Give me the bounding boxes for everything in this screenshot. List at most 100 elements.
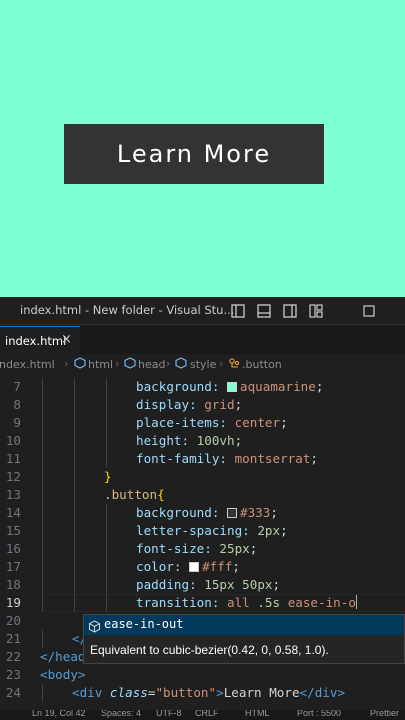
line-number: 16 [5,541,21,556]
indent-guide [74,414,75,432]
text-cursor [355,595,357,609]
status-prettier[interactable]: Prettier [370,710,399,718]
color-swatch[interactable] [227,382,237,392]
line-number: 9 [13,415,21,430]
indent-guide [106,504,107,522]
toggle-panel-icon[interactable] [257,303,271,318]
indent-guide [106,558,107,576]
indent-guide [74,594,75,612]
tab-index-html[interactable]: index.html × [0,326,80,354]
close-icon[interactable]: × [61,332,72,347]
code-text: background: #333; [136,505,278,520]
line-number: 11 [5,451,21,466]
suggestion-item[interactable]: ease-in-out [84,615,404,635]
line-number: 12 [5,469,21,484]
indent-guide [106,396,107,414]
indent-guide [106,414,107,432]
code-line: 23 <body> [0,666,405,684]
indent-guide [106,378,107,396]
status-cursor-position[interactable]: Ln 19, Col 42 [32,710,86,718]
breadcrumb-html[interactable]: html [88,358,113,371]
indent-guide [74,558,75,576]
status-indentation[interactable]: Spaces: 4 [101,710,141,718]
line-number: 19 [5,595,21,610]
indent-guide [42,378,43,396]
code-text: height: 100vh; [136,433,243,448]
code-text: <div class="button">Learn More</div> [72,685,346,700]
indent-guide [42,468,43,486]
indent-guide [74,432,75,450]
code-text: .button{ [104,487,165,502]
toggle-primary-sidebar-icon[interactable] [231,303,245,318]
color-swatch[interactable] [189,562,200,572]
code-line: 18 padding: 15px 50px; [0,576,405,594]
indent-guide [74,396,75,414]
code-text: transition: all .5s ease-in-o [136,595,357,610]
code-text: <body> [40,667,86,682]
indent-guide [42,576,43,594]
indent-guide [74,522,75,540]
line-number: 22 [5,649,21,664]
code-text: letter-spacing: 2px; [136,523,288,538]
indent-guide [74,378,75,396]
line-number: 15 [5,523,21,538]
maximize-icon[interactable] [362,303,376,317]
code-line: 13 .button{ [0,486,405,504]
code-line: 16 font-size: 25px; [0,540,405,558]
toggle-secondary-sidebar-icon[interactable] [283,303,297,318]
indent-guide [42,414,43,432]
indent-guide [42,522,43,540]
status-language[interactable]: HTML [245,710,270,718]
editor-tab-bar: index.html × [0,326,405,354]
line-number: 20 [5,613,21,628]
indent-guide [42,684,43,702]
code-line: 17 color: #fff; [0,558,405,576]
line-number: 13 [5,487,21,502]
code-text: font-family: montserrat; [136,451,318,466]
breadcrumb: index.html › html › head › style › .butt… [0,354,405,374]
indent-guide [106,450,107,468]
browser-preview: Learn More [0,0,405,297]
line-number: 24 [5,685,21,700]
line-number: 23 [5,667,21,682]
indent-guide [42,540,43,558]
code-text: color: #fff; [136,559,241,574]
indent-guide [74,576,75,594]
indent-guide [42,630,43,648]
status-live-server[interactable]: Port : 5500 [297,710,341,718]
suggestion-detail: Equivalent to cubic-bezier(0.42, 0, 0.58… [90,643,329,657]
breadcrumb-style[interactable]: style [190,358,216,371]
learn-more-button[interactable]: Learn More [64,124,324,184]
indent-guide [42,594,43,612]
chevron-right-icon: › [64,357,69,370]
color-swatch[interactable] [227,508,237,518]
breadcrumb-file[interactable]: index.html [0,358,55,371]
chevron-right-icon: › [166,357,171,370]
indent-guide [106,522,107,540]
tab-label: index.html [5,334,67,348]
indent-guide [74,540,75,558]
indent-guide [74,468,75,486]
indent-guide [42,558,43,576]
line-number: 21 [5,631,21,646]
indent-guide [42,504,43,522]
css-selector-icon [228,357,240,372]
customize-layout-icon[interactable] [309,303,323,318]
suggest-widget: ease-in-out Equivalent to cubic-bezier(0… [83,614,405,664]
line-number: 17 [5,559,21,574]
status-encoding[interactable]: UTF-8 [156,710,182,718]
code-text: display: grid; [136,397,243,412]
code-line: 11 font-family: montserrat; [0,450,405,468]
breadcrumb-selector[interactable]: .button [242,358,282,371]
status-eol[interactable]: CRLF [195,710,219,718]
indent-guide [106,594,107,612]
code-line: 15 letter-spacing: 2px; [0,522,405,540]
breadcrumb-head[interactable]: head [138,358,165,371]
code-text: background: aquamarine; [136,379,324,394]
indent-guide [74,504,75,522]
suggestion-label: ease-in-out [104,617,184,631]
code-text: </head [40,649,86,664]
code-line: 19 transition: all .5s ease-in-o [0,594,405,612]
line-number: 14 [5,505,21,520]
indent-guide [42,432,43,450]
